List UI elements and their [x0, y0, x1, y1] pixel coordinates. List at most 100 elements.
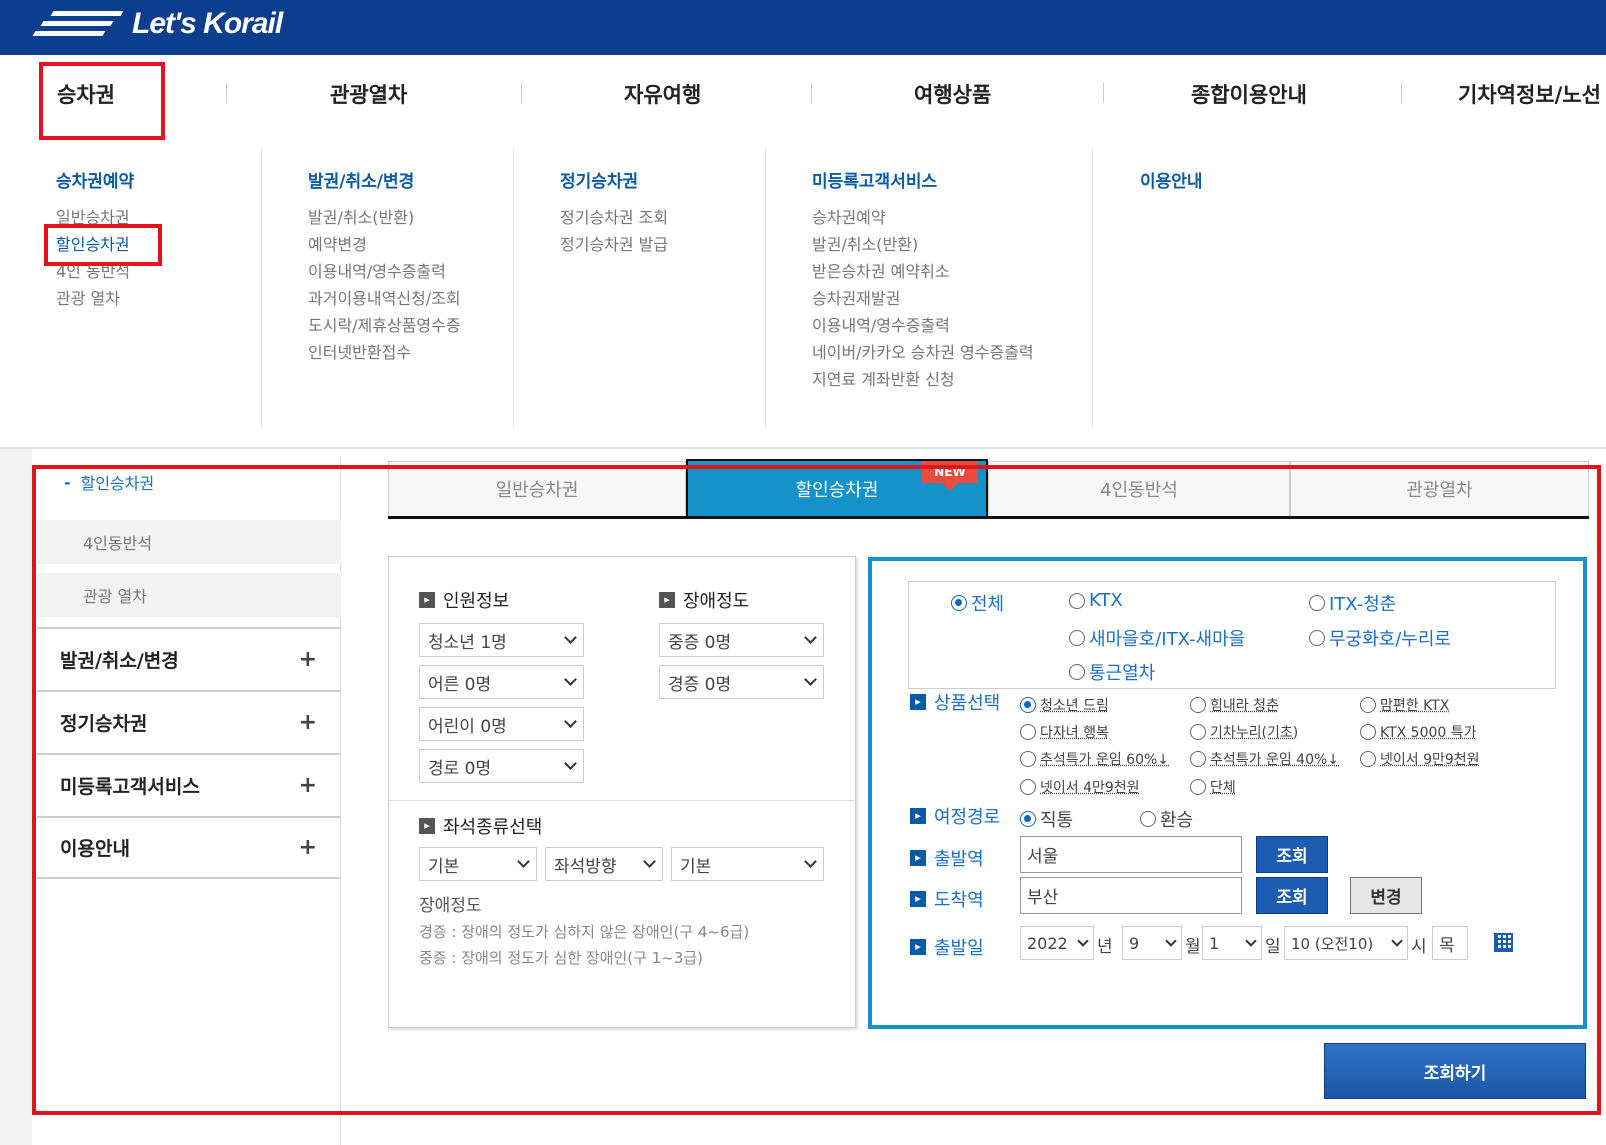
- arrival-station-input[interactable]: 부산: [1020, 877, 1242, 914]
- route-direct-radio[interactable]: 직통: [1020, 806, 1073, 832]
- mild-disability-select[interactable]: 경증 0명: [659, 665, 824, 699]
- side-nav-main-item[interactable]: 정기승차권 +: [37, 690, 341, 753]
- mega-head-guest[interactable]: 미등록고객서비스: [812, 167, 937, 192]
- mega-item[interactable]: 4인 동반석: [56, 258, 130, 285]
- year-select[interactable]: 2022: [1020, 926, 1094, 960]
- departure-station-input[interactable]: 서울: [1020, 836, 1242, 873]
- day-select[interactable]: 1: [1202, 926, 1262, 960]
- arrival-lookup-button[interactable]: 조회: [1256, 877, 1328, 914]
- tab-tour-train[interactable]: 관광열차: [1290, 461, 1589, 516]
- section-title-disability: ▸ 장애정도: [659, 587, 749, 613]
- mega-item[interactable]: 승차권예약: [812, 204, 1034, 231]
- swap-stations-button[interactable]: 변경: [1350, 877, 1422, 914]
- calendar-icon[interactable]: [1494, 933, 1513, 952]
- gnb-item-guide[interactable]: 종합이용안내: [1191, 79, 1307, 109]
- side-nav-label: 정기승차권: [60, 713, 148, 735]
- product-radio[interactable]: 힘내라 청춘: [1190, 695, 1279, 715]
- train-type-saemaeul-radio[interactable]: 새마을호/ITX-새마을: [1069, 625, 1245, 651]
- adult-count-select[interactable]: 어른 0명: [419, 665, 584, 699]
- gnb-item-ticket[interactable]: 승차권: [57, 79, 115, 109]
- senior-count-select[interactable]: 경로 0명: [419, 749, 584, 783]
- departure-lookup-button[interactable]: 조회: [1256, 836, 1328, 873]
- ticket-tabs: 일반승차권 할인승차권 NEW 4인동반석 관광열차: [388, 459, 1589, 519]
- mega-item[interactable]: 지연료 계좌반환 신청: [812, 366, 1034, 393]
- product-radio[interactable]: 넷이서 4만9천원: [1020, 777, 1140, 797]
- mega-item[interactable]: 일반승차권: [56, 204, 130, 231]
- mega-item[interactable]: 받은승차권 예약취소: [812, 258, 1034, 285]
- mega-head-reservation[interactable]: 승차권예약: [56, 167, 134, 192]
- train-type-ktx-radio[interactable]: KTX: [1069, 590, 1123, 611]
- product-radio[interactable]: 다자녀 행복: [1020, 722, 1109, 742]
- seat-direction-select[interactable]: 좌석방향: [545, 847, 663, 881]
- product-radio[interactable]: 맘편한 KTX: [1360, 695, 1449, 715]
- product-radio[interactable]: 넷이서 9만9천원: [1360, 749, 1480, 769]
- mega-item[interactable]: 이용내역/영수증출력: [812, 312, 1034, 339]
- youth-count-select[interactable]: 청소년 1명: [419, 623, 584, 657]
- hour-select[interactable]: 10 (오전10): [1284, 926, 1408, 960]
- side-nav-label: 발권/취소/변경: [60, 650, 179, 672]
- child-count-select[interactable]: 어린이 0명: [419, 707, 584, 741]
- product-radio[interactable]: KTX 5000 특가: [1360, 722, 1477, 742]
- train-type-mugunghwa-radio[interactable]: 무궁화호/누리로: [1309, 625, 1451, 651]
- chevron-down-icon: [804, 631, 817, 644]
- mega-item[interactable]: 예약변경: [308, 231, 461, 258]
- gnb-item-station-info[interactable]: 기차역정보/노선: [1458, 79, 1601, 109]
- mega-item[interactable]: 이용내역/영수증출력: [308, 258, 461, 285]
- side-nav-active-item[interactable]: - 할인승차권: [37, 457, 341, 507]
- train-type-commuter-radio[interactable]: 통근열차: [1069, 659, 1155, 685]
- section-title-seat: ▸ 좌석종류선택: [419, 813, 542, 839]
- mega-item[interactable]: 관광 열차: [56, 285, 130, 312]
- side-nav-main-item[interactable]: 발권/취소/변경 +: [37, 627, 341, 690]
- gnb-item-tour-train[interactable]: 관광열차: [330, 79, 407, 109]
- mega-item[interactable]: 승차권재발권: [812, 285, 1034, 312]
- mega-item[interactable]: 네이버/카카오 승차권 영수증출력: [812, 339, 1034, 366]
- side-nav-main-item[interactable]: 이용안내 +: [37, 816, 341, 879]
- tab-general[interactable]: 일반승차권: [388, 461, 686, 516]
- side-nav-main-item[interactable]: 미등록고객서비스 +: [37, 753, 341, 816]
- mega-item[interactable]: 할인승차권: [56, 231, 130, 258]
- plus-icon: +: [298, 773, 317, 798]
- column-divider: [765, 148, 766, 428]
- month-select[interactable]: 9: [1122, 926, 1182, 960]
- mega-item[interactable]: 정기승차권 발급: [560, 231, 668, 258]
- chevron-down-icon: [564, 757, 577, 770]
- train-type-itx-radio[interactable]: ITX-청춘: [1309, 590, 1396, 616]
- mega-item[interactable]: 도시락/제휴상품영수증: [308, 312, 461, 339]
- product-radio[interactable]: 기차누리(기초): [1190, 722, 1298, 742]
- product-radio[interactable]: 단체: [1190, 777, 1236, 797]
- product-radio[interactable]: 추석특가 운임 60%↓: [1020, 749, 1169, 769]
- tab-discount[interactable]: 할인승차권 NEW: [686, 459, 988, 516]
- side-nav-sub-item[interactable]: 관광 열차: [37, 573, 341, 617]
- arrow-icon: ▸: [910, 694, 926, 710]
- train-type-all-radio[interactable]: 전체: [951, 590, 1004, 616]
- top-header: Let's Korail: [0, 0, 1606, 55]
- seat-type-select[interactable]: 기본: [419, 847, 537, 881]
- gnb-item-travel-products[interactable]: 여행상품: [914, 79, 991, 109]
- search-button[interactable]: 조회하기: [1324, 1043, 1586, 1099]
- mega-item[interactable]: 발권/취소(반환): [812, 231, 1034, 258]
- section-title-text: 인원정보: [443, 591, 510, 612]
- mega-item[interactable]: 발권/취소(반환): [308, 204, 461, 231]
- side-nav-sub-item[interactable]: 4인동반석: [37, 520, 341, 564]
- disability-note-line: 중증 : 장애의 정도가 심한 장애인(구 1~3급): [419, 949, 704, 967]
- left-gutter: [0, 449, 32, 1145]
- gnb-item-free-travel[interactable]: 자유여행: [624, 79, 701, 109]
- severe-disability-select[interactable]: 중증 0명: [659, 623, 824, 657]
- route-transfer-radio[interactable]: 환승: [1140, 806, 1193, 832]
- mega-head-issue[interactable]: 발권/취소/변경: [308, 167, 414, 192]
- product-radio[interactable]: 청소년 드림: [1020, 695, 1109, 715]
- radio-icon: [1190, 724, 1206, 740]
- tab-family-seat[interactable]: 4인동반석: [988, 461, 1290, 516]
- logo-text: Let's Korail: [132, 7, 283, 40]
- seat-position-select[interactable]: 기본: [671, 847, 824, 881]
- radio-checked-icon: [1020, 811, 1036, 827]
- mega-item[interactable]: 과거이용내역신청/조회: [308, 285, 461, 312]
- mega-item[interactable]: 정기승차권 조회: [560, 204, 668, 231]
- mega-head-season[interactable]: 정기승차권: [560, 167, 638, 192]
- mega-item[interactable]: 인터넷반환접수: [308, 339, 461, 366]
- mega-head-help[interactable]: 이용안내: [1140, 167, 1203, 192]
- product-radio[interactable]: 추석특가 운임 40%↓: [1190, 749, 1339, 769]
- korail-logo[interactable]: Let's Korail: [32, 4, 283, 44]
- radio-icon: [1069, 664, 1085, 680]
- chevron-down-icon: [517, 855, 530, 868]
